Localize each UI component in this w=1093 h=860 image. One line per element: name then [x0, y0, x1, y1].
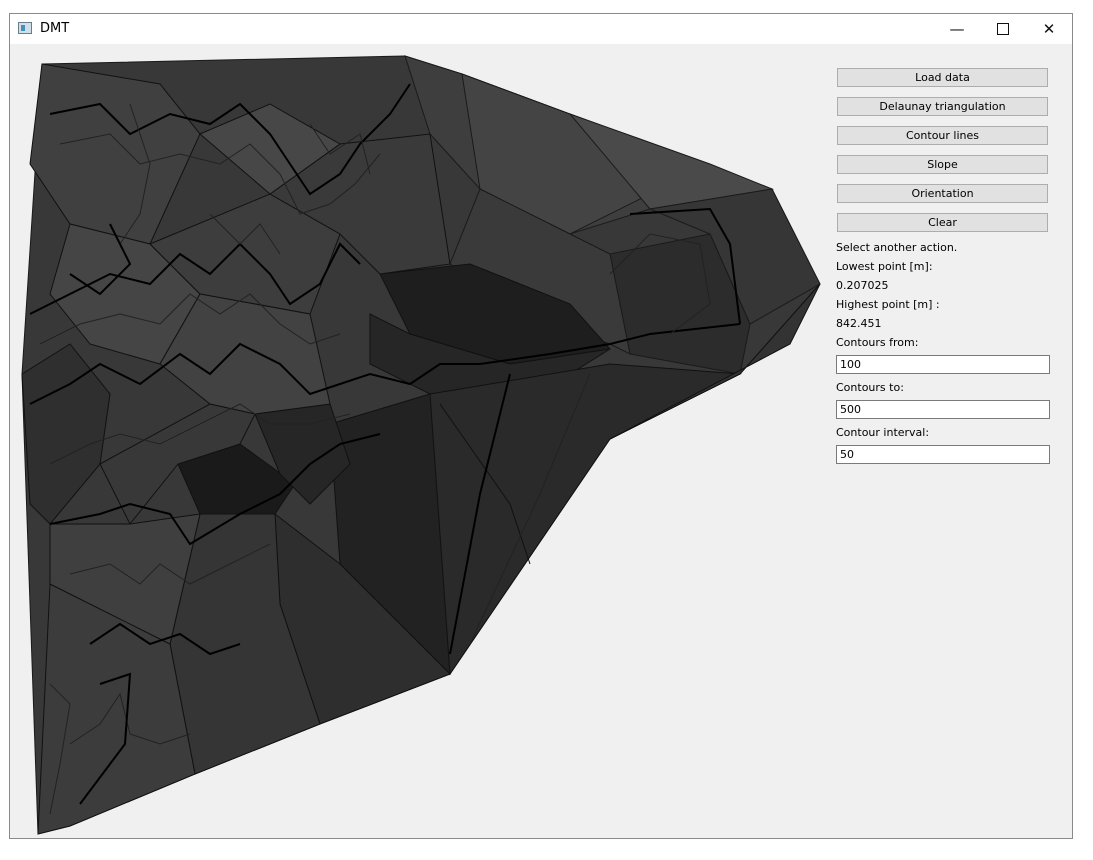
terrain-triangulation [21, 55, 821, 835]
slope-button[interactable]: Slope [837, 155, 1048, 174]
contour-interval-input[interactable] [836, 445, 1050, 464]
app-window: DMT — ✕ Load data Delaunay triangulation… [9, 13, 1073, 839]
clear-button[interactable]: Clear [837, 213, 1048, 232]
lowest-point-label: Lowest point [m]: [836, 260, 933, 273]
highest-point-value: 842.451 [836, 317, 882, 330]
contour-interval-label: Contour interval: [836, 426, 930, 439]
title-bar[interactable]: DMT — ✕ [10, 14, 1072, 44]
contours-to-input[interactable] [836, 400, 1050, 419]
status-text: Select another action. [836, 241, 958, 254]
contour-lines-button[interactable]: Contour lines [837, 126, 1048, 145]
window-title: DMT [40, 21, 70, 36]
close-button[interactable]: ✕ [1026, 14, 1072, 44]
orientation-button[interactable]: Orientation [837, 184, 1048, 203]
delaunay-triangulation-button[interactable]: Delaunay triangulation [837, 97, 1048, 116]
minimize-icon: — [949, 20, 965, 38]
load-data-button[interactable]: Load data [837, 68, 1048, 87]
minimize-button[interactable]: — [934, 14, 980, 44]
lowest-point-value: 0.207025 [836, 279, 889, 292]
contours-from-label: Contours from: [836, 336, 919, 349]
maximize-icon [997, 23, 1009, 35]
close-icon: ✕ [1042, 20, 1056, 38]
contours-from-input[interactable] [836, 355, 1050, 374]
highest-point-label: Highest point [m] : [836, 298, 940, 311]
contours-to-label: Contours to: [836, 381, 904, 394]
terrain-canvas[interactable] [10, 44, 830, 838]
maximize-button[interactable] [980, 14, 1026, 44]
app-window-icon [18, 22, 32, 34]
